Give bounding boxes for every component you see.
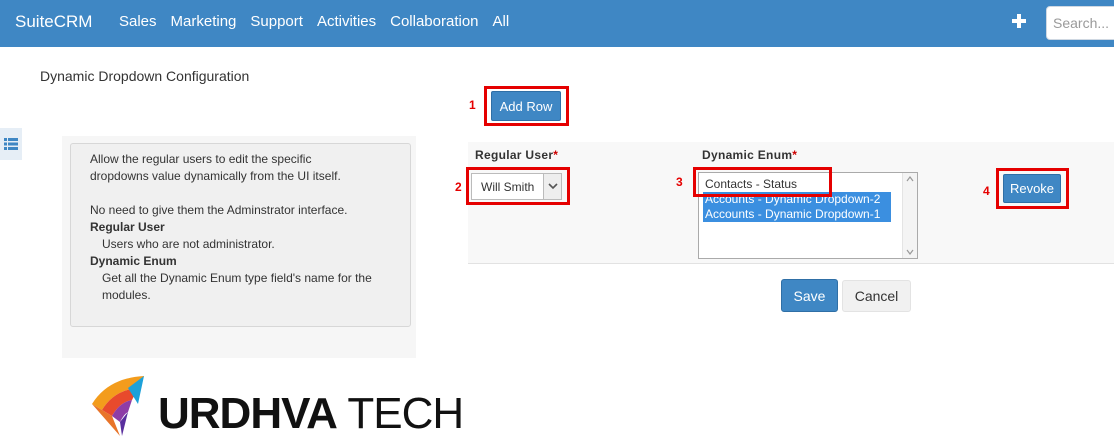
search-input[interactable] <box>1046 6 1114 40</box>
page-title: Dynamic Dropdown Configuration <box>40 68 250 84</box>
nav-item-all[interactable]: All <box>493 13 510 30</box>
nav-item-activities[interactable]: Activities <box>317 13 376 30</box>
nav-item-sales[interactable]: Sales <box>119 13 157 30</box>
regular-user-value: Will Smith <box>481 179 535 194</box>
help-regular-user-desc: Users who are not administrator. <box>102 237 275 251</box>
save-button[interactable]: Save <box>781 279 838 312</box>
help-dynamic-enum-title: Dynamic Enum <box>90 254 177 268</box>
logo-wordmark: URDHVA TECH <box>158 389 464 438</box>
marker-2: 2 <box>455 180 462 194</box>
marker-4: 4 <box>983 184 990 198</box>
column-header-dynamic-enum: Dynamic Enum* <box>702 148 798 162</box>
nav-item-marketing[interactable]: Marketing <box>171 13 237 30</box>
revoke-button[interactable]: Revoke <box>1003 174 1061 203</box>
sidebar-toggle[interactable] <box>0 128 22 160</box>
brand-logo[interactable]: SuiteCRM <box>15 12 92 32</box>
help-note: No need to give them the Adminstrator in… <box>90 203 348 217</box>
plus-icon[interactable] <box>1010 12 1028 30</box>
marker-3: 3 <box>676 175 683 189</box>
help-regular-user-title: Regular User <box>90 220 165 234</box>
chevron-down-icon[interactable] <box>543 174 561 199</box>
scroll-up-icon[interactable] <box>906 176 914 182</box>
urdhva-logo-icon <box>92 376 144 436</box>
scrollbar[interactable] <box>902 173 917 258</box>
list-icon <box>4 138 18 150</box>
nav-item-support[interactable]: Support <box>250 13 303 30</box>
highlight-box-3 <box>693 167 832 197</box>
add-row-button[interactable]: Add Row <box>491 91 561 121</box>
top-navbar: SuiteCRM Sales Marketing Support Activit… <box>0 0 1114 47</box>
help-intro: Allow the regular users to edit the spec… <box>90 152 341 183</box>
enum-option-selected[interactable]: Accounts - Dynamic Dropdown-1 <box>703 207 891 222</box>
scroll-down-icon[interactable] <box>906 249 914 255</box>
help-panel: Allow the regular users to edit the spec… <box>70 143 411 327</box>
main-nav: Sales Marketing Support Activities Colla… <box>119 13 509 30</box>
help-dynamic-enum-desc: Get all the Dynamic Enum type field's na… <box>102 271 372 302</box>
marker-1: 1 <box>469 98 476 112</box>
column-header-regular-user: Regular User* <box>475 148 559 162</box>
nav-item-collaboration[interactable]: Collaboration <box>390 13 478 30</box>
regular-user-select[interactable]: Will Smith <box>471 173 562 200</box>
cancel-button[interactable]: Cancel <box>842 280 911 312</box>
